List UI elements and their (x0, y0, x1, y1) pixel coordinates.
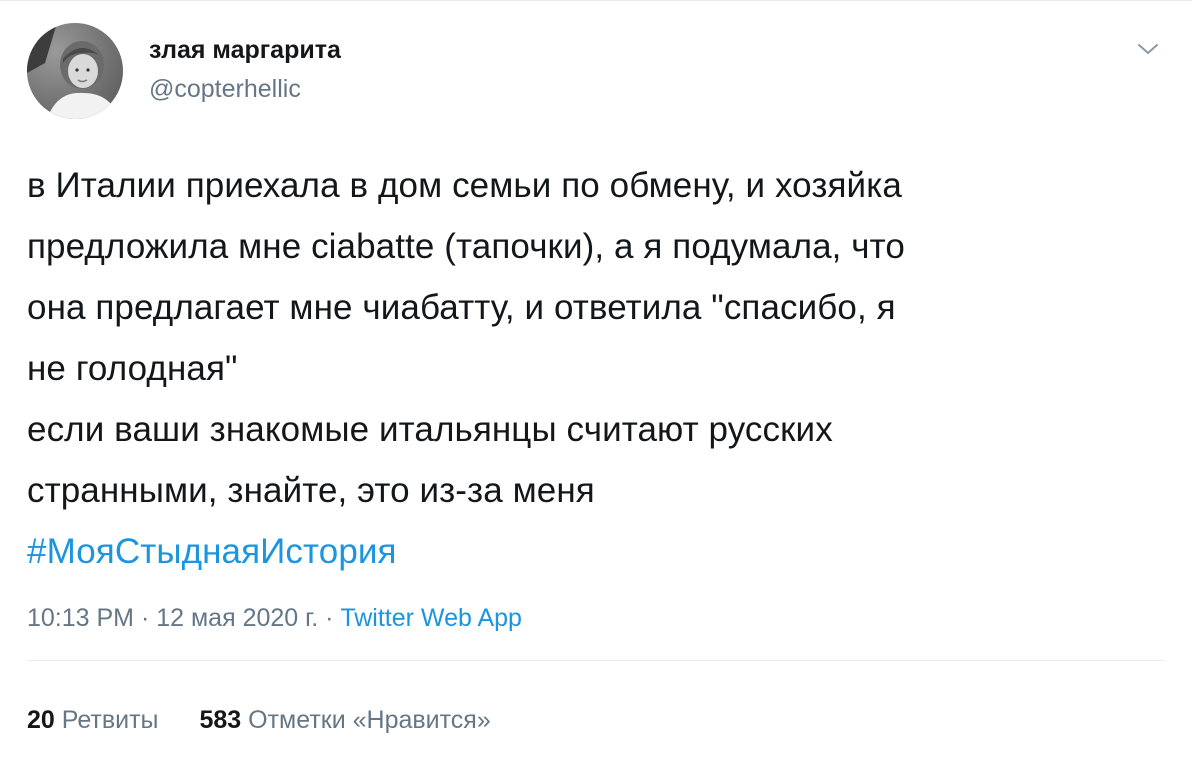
tweet-text: в Италии приехала в дом семьи по обмену,… (27, 155, 1167, 582)
divider (27, 660, 1164, 661)
tweet-text-line: предложила мне ciabatte (тапочки), а я п… (27, 227, 905, 266)
tweet-stats: 20 Ретвиты 583 Отметки «Нравится» (27, 706, 525, 735)
tweet-meta: 10:13 PM · 12 мая 2020 г. · Twitter Web … (27, 604, 522, 633)
meta-separator: · (134, 604, 157, 632)
retweets-count: 20 (27, 706, 55, 734)
tweet-time[interactable]: 10:13 PM (27, 604, 134, 632)
avatar-image (27, 23, 123, 119)
tweet-text-line: странными, знайте, это из-за меня (27, 471, 595, 510)
retweets-label: Ретвиты (61, 706, 159, 734)
user-display-name[interactable]: злая маргарита (149, 36, 341, 65)
user-handle[interactable]: @copterhellic (149, 75, 301, 104)
hashtag-link[interactable]: #МояСтыднаяИстория (27, 532, 397, 571)
tweet-text-line: не голодная" (27, 349, 238, 388)
chevron-down-icon[interactable] (1136, 37, 1160, 61)
tweet-text-line: она предлагает мне чиабатту, и ответила … (27, 288, 896, 327)
likes-stat[interactable]: 583 Отметки «Нравится» (199, 706, 490, 735)
tweet-date[interactable]: 12 мая 2020 г. (156, 604, 318, 632)
source-app-link[interactable]: Twitter Web App (340, 604, 522, 632)
tweet-text-line: если ваши знакомые итальянцы считают рус… (27, 410, 833, 449)
likes-label: Отметки «Нравится» (248, 706, 491, 734)
likes-count: 583 (199, 706, 242, 734)
tweet-text-line: в Италии приехала в дом семьи по обмену,… (27, 166, 902, 205)
retweets-stat[interactable]: 20 Ретвиты (27, 706, 159, 735)
avatar[interactable] (27, 23, 123, 119)
tweet-card: злая маргарита @copterhellic в Италии пр… (0, 0, 1192, 768)
meta-separator: · (318, 604, 341, 632)
